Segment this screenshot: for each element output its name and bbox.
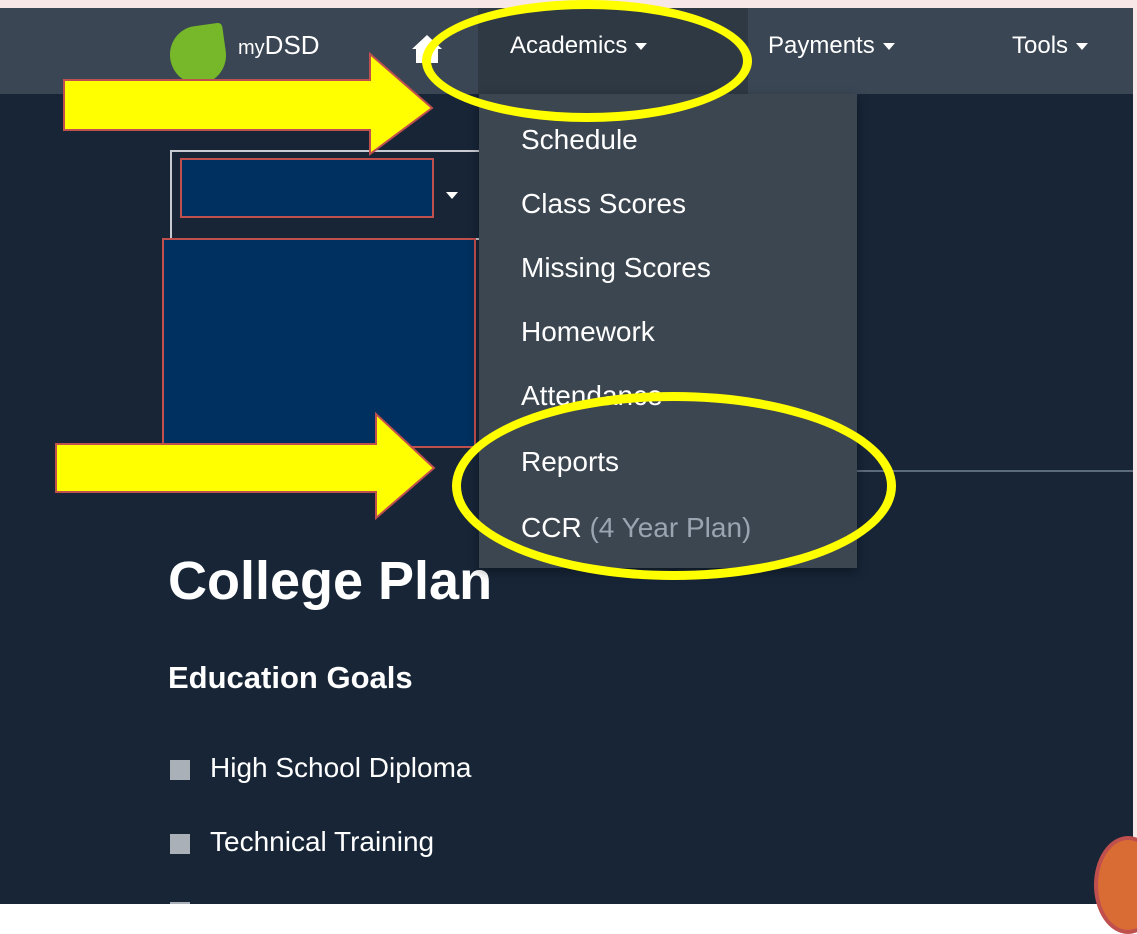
menu-item-missing-scores[interactable]: Missing Scores bbox=[521, 252, 711, 284]
caret-down-icon bbox=[446, 192, 458, 199]
goal-label: Technical Training bbox=[210, 826, 435, 857]
goal-item-cut-off[interactable] bbox=[170, 894, 210, 904]
yellow-arrow-icon bbox=[55, 411, 436, 521]
menu-item-schedule[interactable]: Schedule bbox=[521, 124, 638, 156]
menu-item-class-scores[interactable]: Class Scores bbox=[521, 188, 686, 220]
menu-item-homework[interactable]: Homework bbox=[521, 316, 655, 348]
redacted-student-name bbox=[180, 158, 434, 218]
highlight-ring-academics bbox=[422, 0, 752, 122]
nav-payments-label: Payments bbox=[768, 32, 875, 59]
section-heading: Education Goals bbox=[168, 660, 413, 695]
slide-frame-right bbox=[1133, 0, 1137, 904]
student-selector[interactable] bbox=[170, 150, 494, 240]
highlight-ring-reports bbox=[452, 392, 896, 580]
caret-down-icon bbox=[882, 43, 895, 51]
page-title: College Plan bbox=[168, 551, 493, 611]
goal-item[interactable]: Technical Training bbox=[170, 826, 434, 858]
checkbox-icon[interactable] bbox=[170, 833, 190, 854]
goal-label: High School Diploma bbox=[210, 752, 472, 783]
nav-tools[interactable]: Tools bbox=[1012, 32, 1089, 60]
checkbox-icon[interactable] bbox=[170, 759, 190, 780]
nav-tools-label: Tools bbox=[1012, 32, 1069, 59]
yellow-arrow-icon bbox=[63, 51, 434, 156]
goal-item[interactable]: High School Diploma bbox=[170, 752, 471, 784]
caret-down-icon bbox=[1076, 43, 1089, 51]
nav-payments[interactable]: Payments bbox=[768, 32, 895, 60]
